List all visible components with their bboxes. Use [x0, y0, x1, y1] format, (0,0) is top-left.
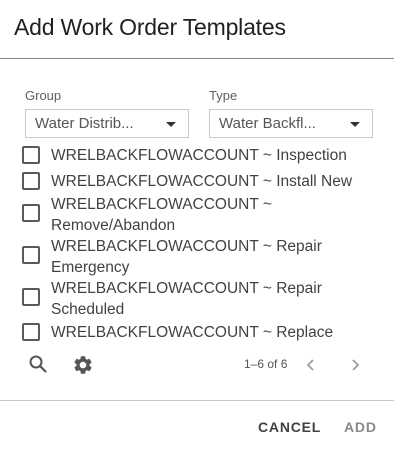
- template-item-label: WRELBACKFLOWACCOUNT ~ Repair Emergency: [51, 238, 322, 276]
- checkbox[interactable]: [22, 172, 40, 190]
- type-select[interactable]: Water Backfl...: [209, 109, 373, 138]
- template-item-install-new[interactable]: WRELBACKFLOWACCOUNT ~ Install New: [22, 171, 382, 192]
- template-item-label: WRELBACKFLOWACCOUNT ~ Install New: [51, 173, 353, 190]
- group-select-value: Water Distrib...: [35, 115, 134, 132]
- chevron-right-icon: [352, 359, 360, 371]
- footer-divider: [0, 400, 394, 401]
- add-work-order-templates-dialog: Add Work Order Templates Group Water Dis…: [0, 0, 394, 450]
- checkbox[interactable]: [22, 323, 40, 341]
- type-select-value: Water Backfl...: [219, 115, 316, 132]
- previous-page-button[interactable]: [304, 357, 318, 373]
- template-item-label: WRELBACKFLOWACCOUNT ~ Repair Scheduled: [51, 280, 322, 318]
- chevron-left-icon: [306, 359, 314, 371]
- add-button[interactable]: ADD: [344, 419, 377, 435]
- group-select[interactable]: Water Distrib...: [25, 109, 189, 138]
- template-item-repair-scheduled[interactable]: WRELBACKFLOWACCOUNT ~ Repair Scheduled: [22, 278, 382, 320]
- checkbox[interactable]: [22, 204, 40, 222]
- checkbox[interactable]: [22, 246, 40, 264]
- cancel-button[interactable]: CANCEL: [258, 419, 321, 435]
- settings-button[interactable]: [72, 354, 94, 376]
- checkbox[interactable]: [22, 288, 40, 306]
- template-item-inspection[interactable]: WRELBACKFLOWACCOUNT ~ Inspection: [22, 145, 382, 166]
- template-item-label: WRELBACKFLOWACCOUNT ~ Replace: [51, 324, 334, 341]
- search-button[interactable]: [28, 354, 48, 374]
- dropdown-arrow-icon: [166, 122, 176, 127]
- dropdown-arrow-icon: [350, 122, 360, 127]
- dialog-title: Add Work Order Templates: [14, 14, 286, 40]
- template-item-label: WRELBACKFLOWACCOUNT ~ Inspection: [51, 147, 347, 164]
- group-label: Group: [25, 88, 62, 103]
- type-label: Type: [209, 88, 238, 103]
- gear-icon: [74, 356, 92, 374]
- next-page-button[interactable]: [348, 357, 362, 373]
- checkbox[interactable]: [22, 146, 40, 164]
- template-item-label: WRELBACKFLOWACCOUNT ~ Remove/Abandon: [51, 196, 272, 234]
- search-icon: [29, 355, 47, 373]
- pagination-range: 1–6 of 6: [244, 357, 288, 371]
- template-item-replace[interactable]: WRELBACKFLOWACCOUNT ~ Replace: [22, 322, 382, 343]
- template-item-repair-emergency[interactable]: WRELBACKFLOWACCOUNT ~ Repair Emergency: [22, 236, 382, 278]
- title-divider: [0, 58, 394, 59]
- template-item-remove-abandon[interactable]: WRELBACKFLOWACCOUNT ~ Remove/Abandon: [22, 194, 382, 236]
